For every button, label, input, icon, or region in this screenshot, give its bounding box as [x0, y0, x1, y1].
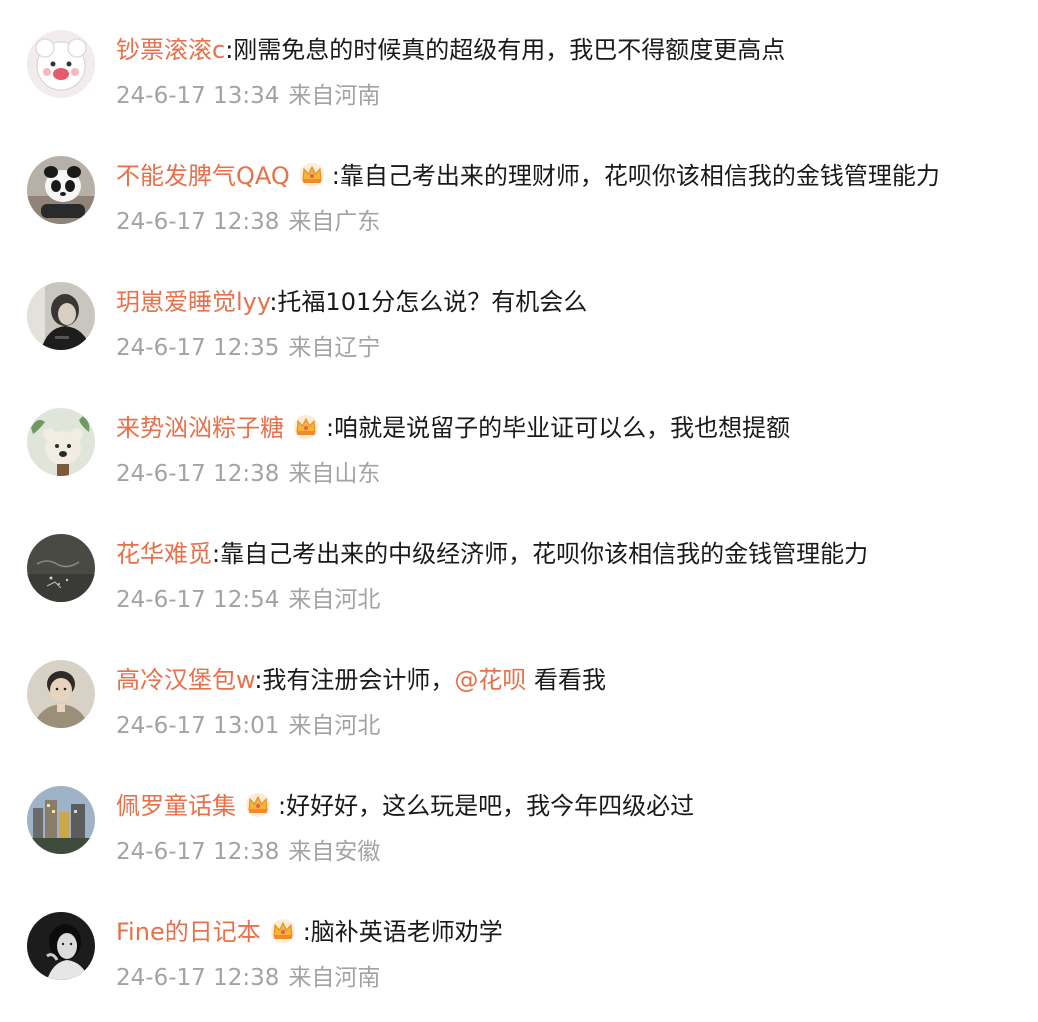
avatar[interactable] — [27, 282, 95, 350]
comment-meta: 24-6-17 12:38 来自广东 — [116, 202, 380, 242]
comment-line: Fine的日记本 :脑补英语老师劝学 — [116, 912, 503, 952]
comment-text: 脑补英语老师劝学 — [310, 918, 503, 946]
comment-meta: 24-6-17 13:34 来自河南 — [116, 76, 380, 116]
comment-time: 24-6-17 12:38 — [116, 209, 280, 235]
comment-location: 来自河南 — [288, 965, 381, 991]
comment-item: Fine的日记本 :脑补英语老师劝学 24-6-17 12:38 来自河南 — [0, 882, 1038, 1008]
comment-location: 来自河北 — [288, 713, 381, 739]
comment-text: 咱就是说留子的毕业证可以么，我也想提额 — [334, 414, 791, 442]
username-link[interactable]: 钞票滚滚c — [116, 36, 225, 64]
comment-line: 佩罗童话集 :好好好，这么玩是吧，我今年四级必过 — [116, 786, 694, 826]
comment-list: 钞票滚滚c:刚需免息的时候真的超级有用，我巴不得额度更高点 24-6-17 13… — [0, 0, 1038, 1022]
avatar[interactable] — [27, 912, 95, 980]
comment-line: 来势汹汹粽子糖 :咱就是说留子的毕业证可以么，我也想提额 — [116, 408, 790, 448]
mention-link[interactable]: @花呗 — [454, 666, 526, 694]
crown-icon — [269, 916, 297, 944]
username-link[interactable]: 玥崽爱睡觉lyy — [116, 288, 269, 316]
username-link[interactable]: 佩罗童话集 — [116, 792, 236, 820]
colon-separator: : — [302, 918, 311, 946]
avatar[interactable] — [27, 30, 95, 98]
crown-icon — [292, 412, 320, 440]
comment-item: 玥崽爱睡觉lyy:托福101分怎么说？有机会么 24-6-17 12:35 来自辽… — [0, 252, 1038, 378]
crown-icon — [244, 790, 272, 818]
avatar[interactable] — [27, 534, 95, 602]
username-link[interactable]: 花华难觅 — [116, 540, 212, 568]
username-link[interactable]: 高冷汉堡包w — [116, 666, 254, 694]
comment-time: 24-6-17 13:01 — [116, 713, 280, 739]
avatar[interactable] — [27, 660, 95, 728]
comment-time: 24-6-17 12:38 — [116, 965, 280, 991]
comment-location: 来自安徽 — [288, 839, 381, 865]
comment-item: 不能发脾气QAQ :靠自己考出来的理财师，花呗你该相信我的金钱管理能力 24-6… — [0, 126, 1038, 252]
comment-text-after: 看看我 — [526, 666, 607, 694]
colon-separator: : — [212, 540, 221, 568]
comment-location: 来自河北 — [288, 587, 381, 613]
username-link[interactable]: 来势汹汹粽子糖 — [116, 414, 284, 442]
comment-line: 高冷汉堡包w:我有注册会计师，@花呗 看看我 — [116, 660, 606, 700]
avatar[interactable] — [27, 156, 95, 224]
comment-text: 刚需免息的时候真的超级有用，我巴不得额度更高点 — [233, 36, 786, 64]
comment-meta: 24-6-17 12:38 来自河南 — [116, 958, 380, 998]
username-link[interactable]: Fine的日记本 — [116, 918, 261, 946]
comment-time: 24-6-17 12:38 — [116, 839, 280, 865]
crown-icon — [298, 160, 326, 188]
comment-time: 24-6-17 12:54 — [116, 587, 280, 613]
comment-text: 靠自己考出来的中级经济师，花呗你该相信我的金钱管理能力 — [220, 540, 869, 568]
comment-time: 24-6-17 13:34 — [116, 83, 280, 109]
comment-location: 来自广东 — [288, 209, 381, 235]
colon-separator: : — [278, 792, 287, 820]
comment-location: 来自河南 — [288, 83, 381, 109]
comment-meta: 24-6-17 12:38 来自山东 — [116, 454, 380, 494]
comment-line: 玥崽爱睡觉lyy:托福101分怎么说？有机会么 — [116, 282, 587, 322]
comment-line: 花华难觅:靠自己考出来的中级经济师，花呗你该相信我的金钱管理能力 — [116, 534, 868, 574]
comment-time: 24-6-17 12:35 — [116, 335, 280, 361]
comment-text: 我有注册会计师， — [262, 666, 455, 694]
comment-item: 花华难觅:靠自己考出来的中级经济师，花呗你该相信我的金钱管理能力 24-6-17… — [0, 504, 1038, 630]
comment-meta: 24-6-17 12:35 来自辽宁 — [116, 328, 380, 368]
comment-meta: 24-6-17 12:38 来自安徽 — [116, 832, 380, 872]
comment-item: 高冷汉堡包w:我有注册会计师，@花呗 看看我 24-6-17 13:01 来自河北 — [0, 630, 1038, 756]
comment-location: 来自辽宁 — [288, 335, 381, 361]
colon-separator: : — [331, 162, 340, 190]
username-link[interactable]: 不能发脾气QAQ — [116, 162, 290, 190]
comment-text: 好好好，这么玩是吧，我今年四级必过 — [286, 792, 695, 820]
comment-text: 托福101分怎么说？有机会么 — [277, 288, 588, 316]
comment-item: 钞票滚滚c:刚需免息的时候真的超级有用，我巴不得额度更高点 24-6-17 13… — [0, 0, 1038, 126]
comment-text: 靠自己考出来的理财师，花呗你该相信我的金钱管理能力 — [339, 162, 940, 190]
avatar[interactable] — [27, 408, 95, 476]
colon-separator: : — [326, 414, 335, 442]
avatar[interactable] — [27, 786, 95, 854]
comment-item: 来势汹汹粽子糖 :咱就是说留子的毕业证可以么，我也想提额 24-6-17 12:… — [0, 378, 1038, 504]
comment-meta: 24-6-17 13:01 来自河北 — [116, 706, 380, 746]
comment-item: 佩罗童话集 :好好好，这么玩是吧，我今年四级必过 24-6-17 12:38 来自… — [0, 756, 1038, 882]
comment-line: 不能发脾气QAQ :靠自己考出来的理财师，花呗你该相信我的金钱管理能力 — [116, 156, 940, 196]
comment-meta: 24-6-17 12:54 来自河北 — [116, 580, 380, 620]
comment-location: 来自山东 — [288, 461, 381, 487]
comment-line: 钞票滚滚c:刚需免息的时候真的超级有用，我巴不得额度更高点 — [116, 30, 785, 70]
comment-time: 24-6-17 12:38 — [116, 461, 280, 487]
